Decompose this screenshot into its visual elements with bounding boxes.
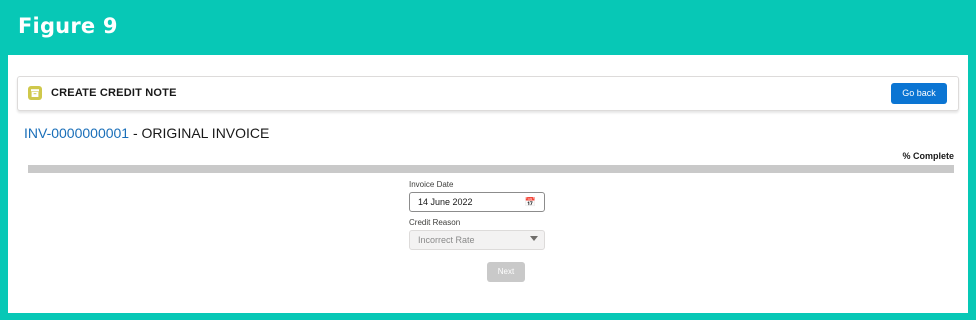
next-button[interactable]: Next <box>487 262 525 282</box>
invoice-date-label: Invoice Date <box>409 180 454 189</box>
figure-title: Figure 9 <box>18 14 118 38</box>
invoice-date-field[interactable]: 14 June 2022 📅 <box>409 192 545 212</box>
progress-bar <box>28 165 954 173</box>
page-title: CREATE CREDIT NOTE <box>51 87 177 99</box>
credit-reason-value: Incorrect Rate <box>418 235 475 245</box>
chevron-down-icon <box>530 236 538 241</box>
invoice-heading-suffix: - ORIGINAL INVOICE <box>129 125 270 141</box>
app-panel: CREATE CREDIT NOTE Go back INV-000000000… <box>8 55 968 313</box>
calendar-icon[interactable]: 📅 <box>525 197 536 208</box>
go-back-button[interactable]: Go back <box>891 83 947 104</box>
archive-icon <box>28 86 42 100</box>
credit-reason-label: Credit Reason <box>409 218 461 227</box>
invoice-date-value: 14 June 2022 <box>418 197 473 207</box>
invoice-heading: INV-0000000001 - ORIGINAL INVOICE <box>24 125 269 141</box>
page-header: CREATE CREDIT NOTE Go back <box>17 76 959 111</box>
credit-note-form: Invoice Date 14 June 2022 📅 Credit Reaso… <box>409 180 549 250</box>
progress-label: % Complete <box>902 151 954 161</box>
invoice-number-link[interactable]: INV-0000000001 <box>24 125 129 141</box>
figure-frame: Figure 9 CREATE CREDIT NOTE Go back INV-… <box>0 0 976 320</box>
credit-reason-select[interactable]: Incorrect Rate <box>409 230 545 250</box>
